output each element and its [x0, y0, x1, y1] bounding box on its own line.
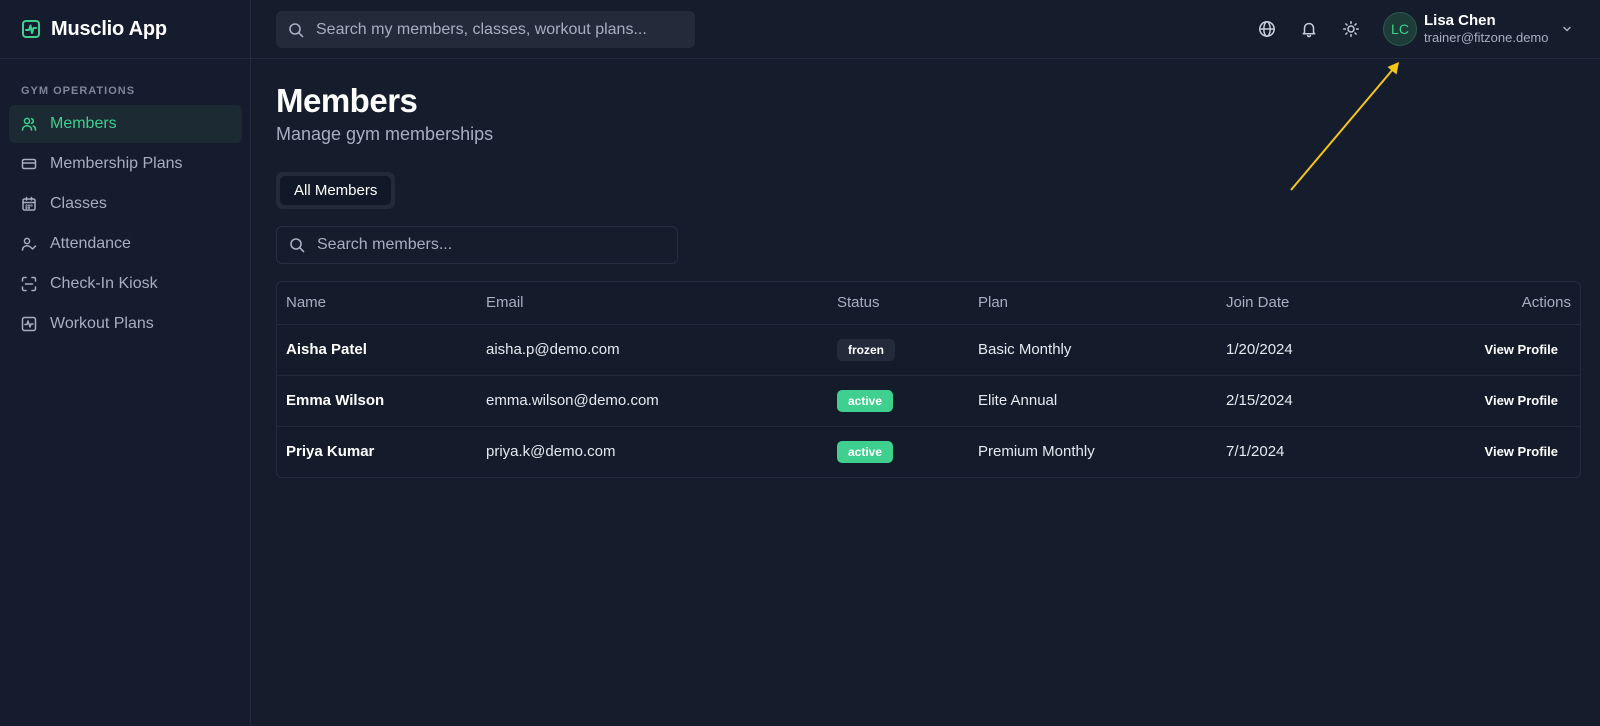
topbar: LC Lisa Chen trainer@fitzone.demo: [251, 0, 1600, 59]
global-search[interactable]: [276, 11, 695, 48]
member-join-date: 7/1/2024: [1226, 443, 1285, 461]
table-row: Priya Kumar priya.k@demo.com active Prem…: [277, 426, 1580, 477]
sidebar-item-label: Workout Plans: [50, 315, 154, 332]
status-cell: frozen: [828, 324, 969, 376]
global-search-input[interactable]: [316, 20, 676, 39]
search-icon: [289, 237, 305, 253]
members-table: Name Email Status Plan Join Date Actions…: [276, 281, 1581, 478]
table-row: Aisha Patel aisha.p@demo.com frozen Basi…: [277, 324, 1580, 376]
status-badge: frozen: [837, 338, 895, 361]
sidebar-item-classes[interactable]: Classes: [9, 185, 242, 223]
view-profile-button[interactable]: View Profile: [1485, 342, 1558, 357]
page-title: Members: [276, 82, 418, 119]
member-name: Aisha Patel: [277, 324, 477, 376]
member-name: Priya Kumar: [286, 443, 375, 461]
actions-cell: View Profile: [1387, 426, 1580, 477]
actions-cell: View Profile: [1387, 375, 1580, 427]
users-icon: [21, 116, 37, 132]
app-name: Musclio App: [51, 17, 167, 40]
member-join-date: 1/20/2024: [1217, 324, 1387, 376]
status-cell: active: [828, 375, 969, 427]
user-email: trainer@fitzone.demo: [1424, 30, 1549, 45]
member-email: priya.k@demo.com: [486, 443, 616, 461]
sun-icon[interactable]: [1342, 20, 1360, 38]
member-plan: Premium Monthly: [978, 443, 1095, 461]
actions-cell: View Profile: [1387, 324, 1580, 376]
sidebar-item-check-in-kiosk[interactable]: Check-In Kiosk: [9, 265, 242, 303]
tab-list: All Members: [276, 172, 396, 209]
search-icon: [288, 22, 304, 38]
credit-card-icon: [21, 156, 37, 172]
status-badge: active: [837, 389, 894, 412]
table-header-row: Name Email Status Plan Join Date Actions: [277, 282, 1580, 325]
sidebar-item-label: Classes: [50, 195, 107, 212]
member-plan: Basic Monthly: [969, 324, 1217, 376]
member-plan: Elite Annual: [969, 375, 1217, 427]
brand[interactable]: Musclio App: [0, 0, 250, 59]
sidebar-item-members[interactable]: Members: [9, 105, 242, 143]
member-join-date: 2/15/2024: [1217, 375, 1387, 427]
table-row: Emma Wilson emma.wilson@demo.com active …: [277, 375, 1580, 427]
section-label: GYM OPERATIONS: [21, 85, 136, 97]
member-name: Emma Wilson: [277, 375, 477, 427]
tab-all-members[interactable]: All Members: [280, 176, 392, 205]
member-email: aisha.p@demo.com: [477, 324, 828, 376]
sidebar-nav: Members Membership Plans Classes Attenda…: [9, 105, 242, 345]
member-search-input[interactable]: [317, 236, 667, 254]
status-badge: active: [837, 440, 894, 463]
member-search[interactable]: [276, 226, 678, 264]
avatar[interactable]: LC: [1383, 12, 1417, 46]
activity-logo-icon: [21, 19, 41, 39]
page-subtitle: Manage gym memberships: [276, 124, 494, 144]
bell-icon[interactable]: [1300, 20, 1318, 38]
sidebar-item-label: Membership Plans: [50, 155, 183, 172]
status-cell: active: [828, 426, 969, 477]
view-profile-button[interactable]: View Profile: [1485, 444, 1558, 459]
sidebar-item-attendance[interactable]: Attendance: [9, 225, 242, 263]
annotation-arrow: [1290, 62, 1399, 191]
sidebar-item-label: Attendance: [50, 235, 131, 252]
column-header-join-date: Join Date: [1217, 282, 1387, 325]
sidebar: Musclio App GYM OPERATIONS Members Membe…: [0, 0, 251, 726]
member-email: emma.wilson@demo.com: [477, 375, 828, 427]
scan-icon: [21, 276, 37, 292]
sidebar-item-membership-plans[interactable]: Membership Plans: [9, 145, 242, 183]
view-profile-button[interactable]: View Profile: [1485, 393, 1558, 408]
user-name[interactable]: Lisa Chen: [1424, 12, 1496, 29]
column-header-name: Name: [277, 282, 477, 325]
sidebar-item-label: Members: [50, 115, 117, 132]
column-header-plan: Plan: [969, 282, 1217, 325]
column-header-status: Status: [828, 282, 969, 325]
sidebar-item-workout-plans[interactable]: Workout Plans: [9, 305, 242, 343]
chevron-down-icon[interactable]: [1561, 22, 1573, 34]
column-header-email: Email: [477, 282, 828, 325]
calendar-icon: [21, 196, 37, 212]
sidebar-item-label: Check-In Kiosk: [50, 275, 158, 292]
user-check-icon: [21, 236, 37, 252]
globe-icon[interactable]: [1258, 20, 1276, 38]
column-header-actions: Actions: [1387, 282, 1580, 325]
activity-square-icon: [21, 316, 37, 332]
